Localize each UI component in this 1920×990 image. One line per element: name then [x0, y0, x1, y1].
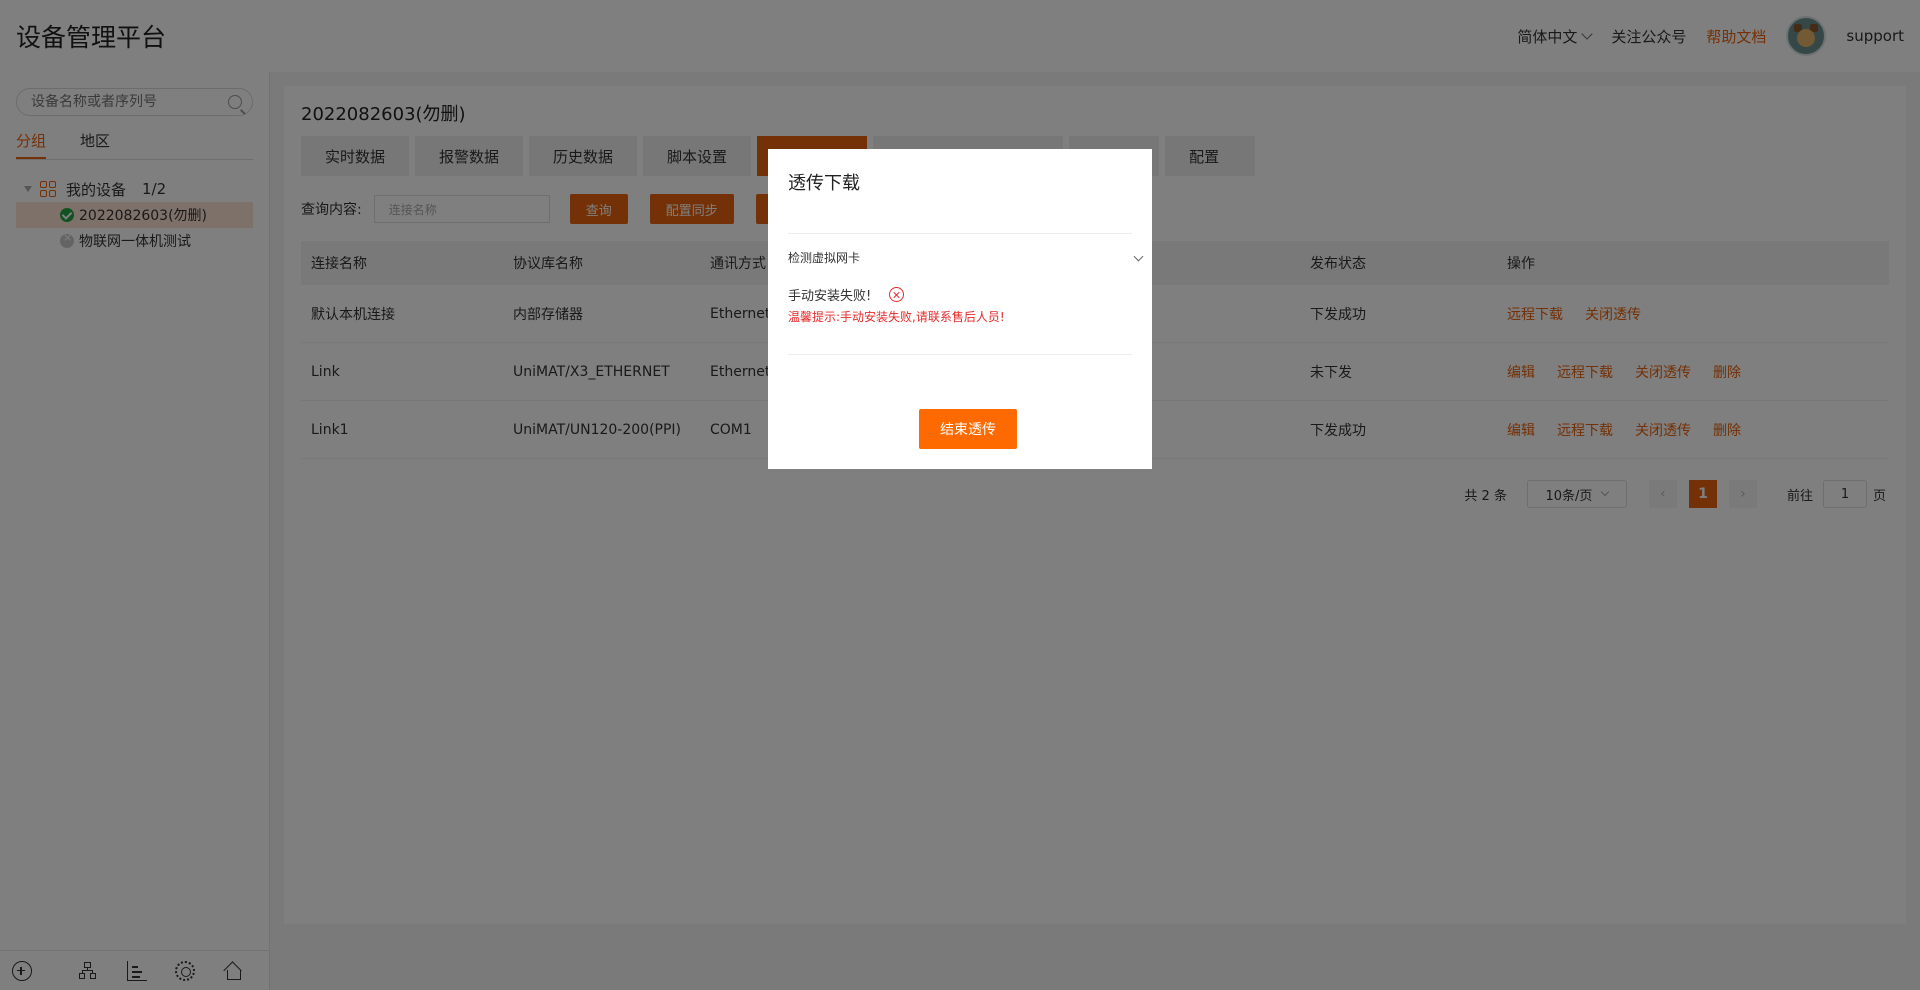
detect-nic-section[interactable]: 检测虚拟网卡 [788, 249, 1132, 266]
dialog-title: 透传下载 [788, 173, 860, 194]
install-status-text: 手动安装失败! [788, 289, 872, 304]
passthrough-download-dialog: 透传下载 检测虚拟网卡 手动安装失败! 温馨提示:手动安装失败,请联系售后人员!… [768, 149, 1152, 469]
chevron-down-icon[interactable] [1133, 251, 1144, 262]
divider [788, 233, 1132, 234]
install-status: 手动安装失败! [788, 285, 905, 304]
error-circle-icon [889, 287, 905, 302]
divider [788, 354, 1132, 355]
end-passthrough-button[interactable]: 结束透传 [919, 409, 1017, 449]
warning-tip: 温馨提示:手动安装失败,请联系售后人员! [788, 310, 1005, 324]
